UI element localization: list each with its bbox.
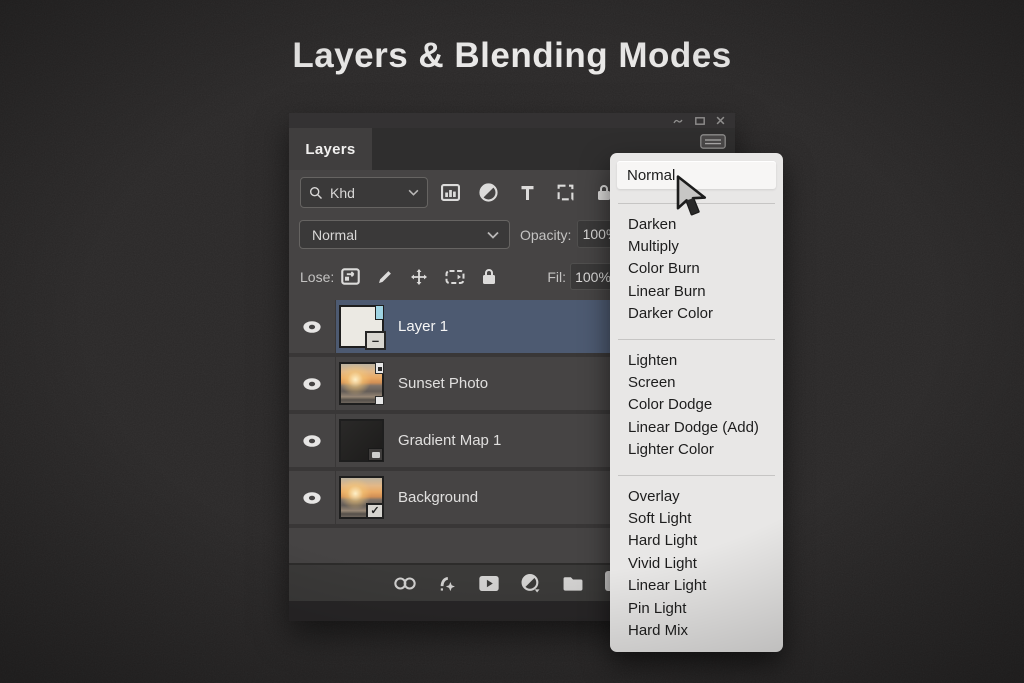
menu-item-screen[interactable]: Screen	[610, 371, 783, 393]
layer-thumbnail[interactable]	[339, 362, 384, 405]
menu-item-overlay[interactable]: Overlay	[610, 485, 783, 507]
pixel-layer-filter-icon[interactable]	[437, 184, 463, 201]
layer-name: Gradient Map 1	[398, 432, 502, 449]
lock-frame-icon[interactable]	[445, 269, 465, 285]
visibility-toggle[interactable]	[289, 300, 336, 353]
menu-item-lighten[interactable]: Lighten	[610, 349, 783, 371]
shape-layer-filter-icon[interactable]	[553, 183, 579, 202]
close-icon[interactable]	[716, 116, 725, 125]
eye-icon	[302, 491, 322, 505]
layer-mask-icon[interactable]	[479, 575, 500, 592]
menu-item-multiply[interactable]: Multiply	[610, 235, 783, 257]
opacity-label: Opacity:	[520, 226, 572, 243]
menu-item-hard-mix[interactable]: Hard Mix	[610, 619, 783, 641]
menu-item-darker-color[interactable]: Darker Color	[610, 303, 783, 325]
blend-mode-value: Normal	[312, 226, 358, 243]
eye-icon	[302, 377, 322, 391]
menu-divider	[618, 474, 775, 476]
visibility-toggle[interactable]	[289, 471, 336, 524]
adjustment-layer-filter-icon[interactable]	[476, 183, 502, 202]
layer-filter-search[interactable]: Khd	[300, 177, 428, 208]
menu-item-lighter-color[interactable]: Lighter Color	[610, 439, 783, 461]
tab-layers[interactable]: Layers	[289, 128, 372, 170]
restore-icon[interactable]	[695, 116, 705, 125]
menu-divider	[618, 338, 775, 340]
menu-divider	[618, 203, 775, 204]
page-title: Layers & Blending Modes	[292, 36, 732, 75]
eye-icon	[302, 320, 322, 334]
lock-transparency-icon[interactable]	[341, 268, 360, 285]
visibility-toggle[interactable]	[289, 414, 336, 467]
menu-item-pin-light[interactable]: Pin Light	[610, 597, 783, 619]
blend-mode-select[interactable]: Normal	[299, 220, 510, 249]
menu-item-soft-light[interactable]: Soft Light	[610, 507, 783, 529]
menu-item-hard-light[interactable]: Hard Light	[610, 530, 783, 552]
chevron-down-icon	[487, 231, 499, 239]
search-icon	[309, 186, 323, 200]
tab-layers-label: Layers	[305, 140, 356, 158]
layer-name: Sunset Photo	[398, 375, 489, 392]
corner-badge-icon	[375, 362, 384, 374]
new-adjustment-layer-icon[interactable]	[521, 573, 541, 593]
layer-thumbnail[interactable]	[339, 419, 384, 462]
lock-label: Lose:	[300, 268, 335, 285]
panel-titlebar	[289, 113, 735, 128]
filter-icon-bar	[437, 177, 617, 208]
lock-icon-bar	[341, 263, 496, 290]
adjustment-badge-icon	[368, 448, 383, 461]
lock-position-icon[interactable]	[410, 268, 428, 286]
menu-item-vivid-light[interactable]: Vivid Light	[610, 552, 783, 574]
lock-pixels-icon[interactable]	[377, 269, 393, 285]
link-layers-icon[interactable]	[393, 576, 417, 590]
menu-item-linear-dodge-add-[interactable]: Linear Dodge (Add)	[610, 416, 783, 438]
hamburger-menu-icon[interactable]	[700, 134, 726, 149]
menu-item-color-burn[interactable]: Color Burn	[610, 258, 783, 280]
corner-badge-icon	[375, 396, 384, 405]
chevron-down-icon	[408, 189, 419, 196]
mask-sliver-icon	[375, 305, 384, 320]
menu-item-normal-highlighted[interactable]: Normal	[617, 161, 776, 189]
layer-effects-icon[interactable]	[438, 574, 457, 593]
layer-thumbnail[interactable]: ✓	[339, 476, 384, 519]
layer-thumbnail[interactable]: –	[339, 305, 386, 350]
layer-name: Background	[398, 489, 479, 506]
search-value: Khd	[330, 184, 355, 201]
blend-mode-menu: Normal Darken Multiply Color Burn Linear Bur…	[610, 153, 783, 652]
type-layer-filter-icon[interactable]	[514, 185, 540, 201]
collapse-icon[interactable]	[672, 117, 684, 125]
menu-item-color-dodge[interactable]: Color Dodge	[610, 394, 783, 416]
menu-item-darken[interactable]: Darken	[610, 213, 783, 235]
lock-check-badge-icon: ✓	[366, 503, 384, 519]
lock-all-icon[interactable]	[482, 268, 496, 285]
visibility-toggle[interactable]	[289, 357, 336, 410]
clipped-badge-icon: –	[365, 331, 386, 350]
fill-label: Fil:	[547, 268, 566, 285]
layer-name: Layer 1	[398, 318, 449, 335]
new-group-icon[interactable]	[563, 575, 584, 592]
menu-item-linear-burn[interactable]: Linear Burn	[610, 280, 783, 302]
eye-icon	[302, 434, 322, 448]
menu-item-linear-light[interactable]: Linear Light	[610, 574, 783, 596]
